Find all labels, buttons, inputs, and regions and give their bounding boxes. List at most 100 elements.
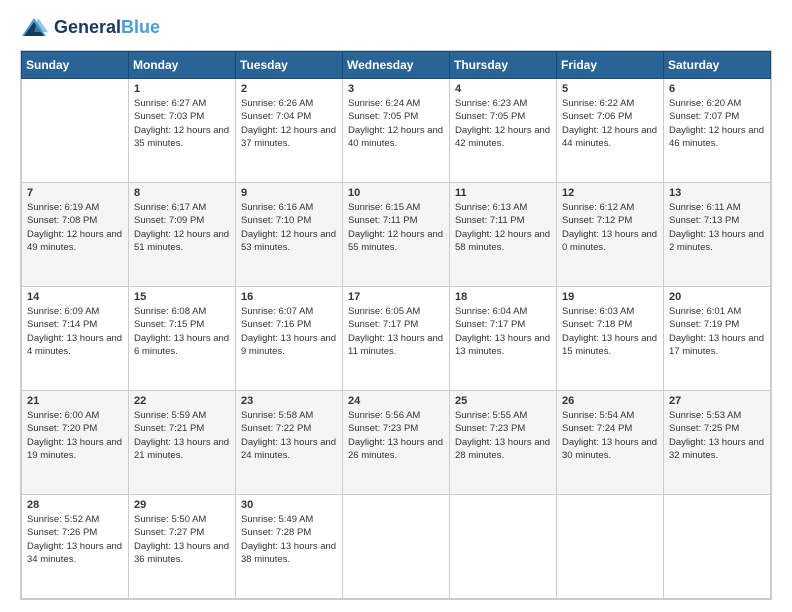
day-number: 18 (455, 291, 551, 303)
calendar-cell: 27 Sunrise: 5:53 AMSunset: 7:25 PMDayligh… (664, 391, 771, 495)
calendar-cell: 14 Sunrise: 6:09 AMSunset: 7:14 PMDayligh… (22, 287, 129, 391)
day-info: Sunrise: 6:04 AMSunset: 7:17 PMDaylight:… (455, 305, 551, 358)
calendar-cell: 1 Sunrise: 6:27 AMSunset: 7:03 PMDaylight… (129, 79, 236, 183)
day-number: 10 (348, 187, 444, 199)
calendar-cell: 20Sunrise: 6:01 AMSunset: 7:19 PMDayligh… (664, 287, 771, 391)
calendar-cell: 19 Sunrise: 6:03 AMSunset: 7:18 PMDayligh… (557, 287, 664, 391)
logo-icon (20, 16, 48, 40)
day-number: 3 (348, 83, 444, 95)
day-info: Sunrise: 6:24 AMSunset: 7:05 PMDaylight:… (348, 97, 444, 150)
day-info: Sunrise: 6:00 AMSunset: 7:20 PMDaylight:… (27, 409, 123, 462)
calendar-cell: 30Sunrise: 5:49 AMSunset: 7:28 PMDayligh… (236, 495, 343, 599)
logo-text: GeneralBlue (54, 18, 160, 38)
calendar-cell (343, 495, 450, 599)
day-number: 19 (562, 291, 658, 303)
weekday-header-cell: Friday (557, 52, 664, 79)
calendar: SundayMondayTuesdayWednesdayThursdayFrid… (20, 50, 772, 600)
day-number: 6 (669, 83, 765, 95)
day-info: Sunrise: 6:09 AMSunset: 7:14 PMDaylight:… (27, 305, 123, 358)
weekday-header-cell: Saturday (664, 52, 771, 79)
calendar-cell: 5Sunrise: 6:22 AMSunset: 7:06 PMDaylight… (557, 79, 664, 183)
calendar-cell: 11Sunrise: 6:13 AMSunset: 7:11 PMDayligh… (450, 183, 557, 287)
calendar-cell: 15 Sunrise: 6:08 AMSunset: 7:15 PMDayligh… (129, 287, 236, 391)
day-info: Sunrise: 5:56 AMSunset: 7:23 PMDaylight:… (348, 409, 444, 462)
day-number: 15 (134, 291, 230, 303)
weekday-header-cell: Sunday (22, 52, 129, 79)
page: GeneralBlue SundayMondayTuesdayWednesday… (0, 0, 792, 612)
day-number: 9 (241, 187, 337, 199)
day-number: 1 (134, 83, 230, 95)
day-number: 11 (455, 187, 551, 199)
day-info: Sunrise: 6:01 AMSunset: 7:19 PMDaylight:… (669, 305, 765, 358)
day-info: Sunrise: 6:26 AMSunset: 7:04 PMDaylight:… (241, 97, 337, 150)
day-number: 5 (562, 83, 658, 95)
day-number: 28 (27, 499, 123, 511)
day-info: Sunrise: 6:16 AMSunset: 7:10 PMDaylight:… (241, 201, 337, 254)
day-number: 16 (241, 291, 337, 303)
calendar-cell: 12 Sunrise: 6:12 AMSunset: 7:12 PMDayligh… (557, 183, 664, 287)
day-number: 27 (669, 395, 765, 407)
day-info: Sunrise: 6:12 AMSunset: 7:12 PMDaylight:… (562, 201, 658, 254)
calendar-cell: 22 Sunrise: 5:59 AMSunset: 7:21 PMDayligh… (129, 391, 236, 495)
calendar-cell: 25 Sunrise: 5:55 AMSunset: 7:23 PMDayligh… (450, 391, 557, 495)
day-number: 14 (27, 291, 123, 303)
day-number: 8 (134, 187, 230, 199)
logo: GeneralBlue (20, 16, 160, 40)
calendar-cell: 28 Sunrise: 5:52 AMSunset: 7:26 PMDayligh… (22, 495, 129, 599)
day-info: Sunrise: 6:11 AMSunset: 7:13 PMDaylight:… (669, 201, 765, 254)
day-info: Sunrise: 5:53 AMSunset: 7:25 PMDaylight:… (669, 409, 765, 462)
day-info: Sunrise: 5:49 AMSunset: 7:28 PMDaylight:… (241, 513, 337, 566)
calendar-cell (450, 495, 557, 599)
calendar-cell: 24Sunrise: 5:56 AMSunset: 7:23 PMDayligh… (343, 391, 450, 495)
calendar-cell: 2 Sunrise: 6:26 AMSunset: 7:04 PMDaylight… (236, 79, 343, 183)
calendar-cell: 23 Sunrise: 5:58 AMSunset: 7:22 PMDayligh… (236, 391, 343, 495)
day-info: Sunrise: 5:59 AMSunset: 7:21 PMDaylight:… (134, 409, 230, 462)
day-number: 29 (134, 499, 230, 511)
day-number: 13 (669, 187, 765, 199)
header: GeneralBlue (20, 16, 772, 40)
calendar-cell: 7 Sunrise: 6:19 AMSunset: 7:08 PMDaylight… (22, 183, 129, 287)
day-number: 17 (348, 291, 444, 303)
calendar-cell: 16 Sunrise: 6:07 AMSunset: 7:16 PMDayligh… (236, 287, 343, 391)
calendar-cell: 18 Sunrise: 6:04 AMSunset: 7:17 PMDayligh… (450, 287, 557, 391)
day-info: Sunrise: 6:05 AMSunset: 7:17 PMDaylight:… (348, 305, 444, 358)
day-info: Sunrise: 6:27 AMSunset: 7:03 PMDaylight:… (134, 97, 230, 150)
day-number: 25 (455, 395, 551, 407)
calendar-cell: 3 Sunrise: 6:24 AMSunset: 7:05 PMDaylight… (343, 79, 450, 183)
day-info: Sunrise: 6:03 AMSunset: 7:18 PMDaylight:… (562, 305, 658, 358)
day-number: 22 (134, 395, 230, 407)
day-number: 26 (562, 395, 658, 407)
calendar-cell: 4 Sunrise: 6:23 AMSunset: 7:05 PMDaylight… (450, 79, 557, 183)
weekday-header-cell: Monday (129, 52, 236, 79)
day-number: 23 (241, 395, 337, 407)
day-number: 7 (27, 187, 123, 199)
day-info: Sunrise: 5:55 AMSunset: 7:23 PMDaylight:… (455, 409, 551, 462)
day-info: Sunrise: 5:52 AMSunset: 7:26 PMDaylight:… (27, 513, 123, 566)
calendar-cell: 9 Sunrise: 6:16 AMSunset: 7:10 PMDaylight… (236, 183, 343, 287)
day-info: Sunrise: 6:17 AMSunset: 7:09 PMDaylight:… (134, 201, 230, 254)
day-number: 2 (241, 83, 337, 95)
day-info: Sunrise: 5:50 AMSunset: 7:27 PMDaylight:… (134, 513, 230, 566)
day-info: Sunrise: 6:23 AMSunset: 7:05 PMDaylight:… (455, 97, 551, 150)
day-number: 4 (455, 83, 551, 95)
day-info: Sunrise: 5:54 AMSunset: 7:24 PMDaylight:… (562, 409, 658, 462)
calendar-cell: 29 Sunrise: 5:50 AMSunset: 7:27 PMDayligh… (129, 495, 236, 599)
day-info: Sunrise: 6:08 AMSunset: 7:15 PMDaylight:… (134, 305, 230, 358)
day-info: Sunrise: 6:20 AMSunset: 7:07 PMDaylight:… (669, 97, 765, 150)
day-info: Sunrise: 6:15 AMSunset: 7:11 PMDaylight:… (348, 201, 444, 254)
day-info: Sunrise: 6:07 AMSunset: 7:16 PMDaylight:… (241, 305, 337, 358)
calendar-cell: 17 Sunrise: 6:05 AMSunset: 7:17 PMDayligh… (343, 287, 450, 391)
weekday-header-cell: Wednesday (343, 52, 450, 79)
day-info: Sunrise: 5:58 AMSunset: 7:22 PMDaylight:… (241, 409, 337, 462)
weekday-header-cell: Thursday (450, 52, 557, 79)
calendar-cell: 8 Sunrise: 6:17 AMSunset: 7:09 PMDaylight… (129, 183, 236, 287)
calendar-cell: 10 Sunrise: 6:15 AMSunset: 7:11 PMDayligh… (343, 183, 450, 287)
day-number: 21 (27, 395, 123, 407)
calendar-cell: 21 Sunrise: 6:00 AMSunset: 7:20 PMDayligh… (22, 391, 129, 495)
day-info: Sunrise: 6:19 AMSunset: 7:08 PMDaylight:… (27, 201, 123, 254)
calendar-cell: 6 Sunrise: 6:20 AMSunset: 7:07 PMDaylight… (664, 79, 771, 183)
calendar-cell: 13 Sunrise: 6:11 AMSunset: 7:13 PMDayligh… (664, 183, 771, 287)
calendar-cell (557, 495, 664, 599)
day-number: 12 (562, 187, 658, 199)
calendar-cell (22, 79, 129, 183)
